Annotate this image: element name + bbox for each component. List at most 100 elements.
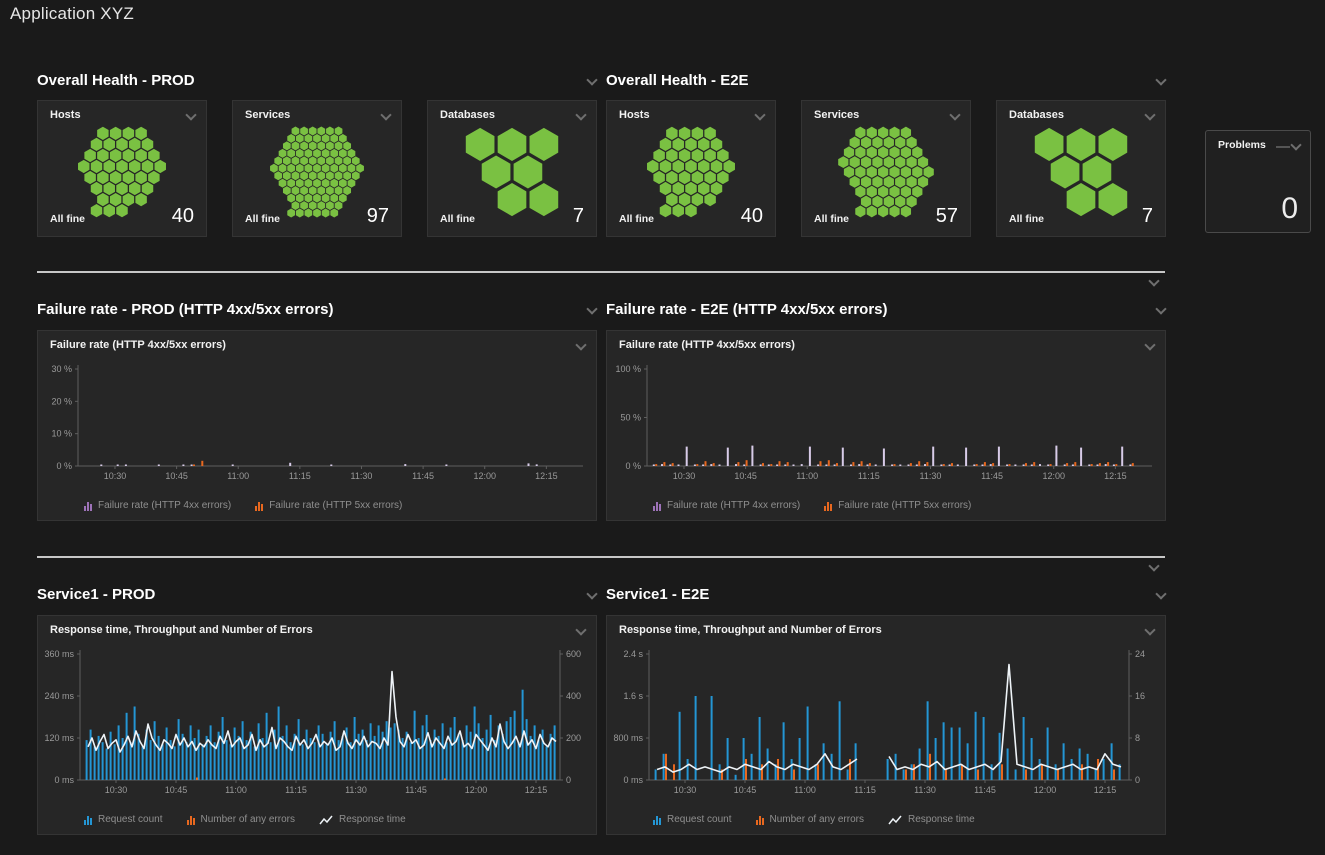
chevron-down-icon[interactable] (1290, 141, 1300, 149)
service-prod-chart-canvas[interactable]: 0 ms120 ms240 ms360 ms020040060010:3010:… (38, 640, 598, 812)
chevron-down-icon[interactable] (1144, 341, 1155, 349)
chevron-down-icon[interactable] (1144, 626, 1155, 634)
svg-text:10:45: 10:45 (165, 471, 188, 481)
svg-text:10:45: 10:45 (734, 471, 757, 481)
svg-text:0 ms: 0 ms (54, 775, 74, 785)
chevron-down-icon[interactable] (575, 341, 586, 349)
section-header-service1-prod: Service1 - PROD (37, 586, 597, 606)
svg-text:11:45: 11:45 (412, 471, 434, 481)
svg-text:0 ms: 0 ms (623, 775, 643, 785)
svg-text:11:00: 11:00 (796, 471, 818, 481)
svg-text:11:15: 11:15 (289, 471, 311, 481)
chart-legend: Request count Number of any errors Respons… (84, 814, 406, 825)
bar-series-icon (653, 815, 661, 825)
health-tile-title: Hosts (619, 109, 650, 121)
chevron-down-icon[interactable] (949, 111, 960, 119)
health-tile[interactable]: Services All fine 97 (232, 100, 402, 237)
section-title: Failure rate - PROD (HTTP 4xx/5xx errors… (37, 301, 334, 318)
section-header-failure-prod: Failure rate - PROD (HTTP 4xx/5xx errors… (37, 301, 597, 321)
chart-title: Response time, Throughput and Number of … (619, 624, 882, 636)
legend-label: Request count (98, 814, 163, 825)
svg-text:10:30: 10:30 (673, 471, 696, 481)
status-badge: All fine (50, 213, 85, 225)
chevron-down-icon[interactable] (1148, 562, 1159, 570)
failure-rate-prod-tile[interactable]: Failure rate (HTTP 4xx/5xx errors)0 %10 … (37, 330, 597, 521)
section-header-overall-health-e2e: Overall Health - E2E (606, 72, 1166, 92)
chevron-down-icon[interactable] (754, 111, 765, 119)
chart-legend: Failure rate (HTTP 4xx errors)Failure ra… (653, 500, 971, 511)
failure-rate-e2e-tile[interactable]: Failure rate (HTTP 4xx/5xx errors)0 %50 … (606, 330, 1166, 521)
svg-text:10:45: 10:45 (165, 785, 188, 795)
entity-count: 97 (367, 205, 389, 228)
chevron-down-icon[interactable] (586, 76, 597, 84)
failure-prod-chart-canvas[interactable]: 0 %10 %20 %30 %10:3010:4511:0011:1511:30… (38, 355, 598, 505)
entity-count: 7 (1142, 205, 1153, 228)
chart-title: Failure rate (HTTP 4xx/5xx errors) (50, 339, 226, 351)
entity-count: 7 (573, 205, 584, 228)
legend-item: Response time (319, 814, 406, 825)
bar-series-icon (84, 815, 92, 825)
chevron-down-icon[interactable] (575, 626, 586, 634)
legend-label: Number of any errors (201, 814, 295, 825)
chevron-down-icon[interactable] (575, 111, 586, 119)
health-tile[interactable]: Databases All fine 7 (996, 100, 1166, 237)
chevron-down-icon[interactable] (1155, 590, 1166, 598)
legend-label: Failure rate (HTTP 4xx errors) (667, 500, 800, 511)
section-header-service1-e2e: Service1 - E2E (606, 586, 1166, 606)
chevron-down-icon[interactable] (1148, 277, 1159, 285)
chevron-down-icon[interactable] (586, 590, 597, 598)
svg-text:11:30: 11:30 (920, 471, 942, 481)
status-badge: All fine (1009, 213, 1044, 225)
svg-text:11:30: 11:30 (351, 471, 373, 481)
health-tile[interactable]: Hosts All fine 40 (606, 100, 776, 237)
svg-text:24: 24 (1135, 649, 1145, 659)
health-tile[interactable]: Hosts All fine 40 (37, 100, 207, 237)
problems-count: 0 (1281, 192, 1298, 226)
service-e2e-chart-canvas[interactable]: 0 ms800 ms1.6 s2.4 s08162410:3010:4511:0… (607, 640, 1167, 812)
svg-text:12:15: 12:15 (535, 471, 558, 481)
legend-label: Response time (908, 814, 975, 825)
legend-label: Number of any errors (770, 814, 864, 825)
problems-tile[interactable]: Problems 0 (1205, 130, 1311, 233)
chevron-down-icon[interactable] (1144, 111, 1155, 119)
svg-text:11:15: 11:15 (854, 785, 876, 795)
service1-e2e-tile[interactable]: Response time, Throughput and Number of … (606, 615, 1166, 835)
health-tile[interactable]: Services All fine 57 (801, 100, 971, 237)
chevron-down-icon[interactable] (185, 111, 196, 119)
failure-e2e-chart-canvas[interactable]: 0 %50 %100 %10:3010:4511:0011:1511:3011:… (607, 355, 1167, 505)
line-series-icon (888, 815, 902, 825)
svg-text:1.6 s: 1.6 s (623, 691, 643, 701)
svg-text:2.4 s: 2.4 s (623, 649, 643, 659)
section-title: Overall Health - E2E (606, 72, 749, 89)
chevron-down-icon[interactable] (586, 305, 597, 313)
service1-prod-tile[interactable]: Response time, Throughput and Number of … (37, 615, 597, 835)
health-tile-title: Services (245, 109, 290, 121)
chart-legend: Failure rate (HTTP 4xx errors) Failure ra… (84, 500, 402, 511)
entity-count: 40 (172, 205, 194, 228)
dash-icon (1276, 146, 1290, 148)
svg-text:11:15: 11:15 (858, 471, 880, 481)
section-title: Overall Health - PROD (37, 72, 195, 89)
legend-label: Failure rate (HTTP 4xx errors) (98, 500, 231, 511)
entity-count: 57 (936, 205, 958, 228)
health-tile-title: Databases (440, 109, 495, 121)
health-tile-title: Hosts (50, 109, 81, 121)
health-tile-title: Databases (1009, 109, 1064, 121)
svg-text:0 %: 0 % (625, 461, 641, 471)
svg-text:12:15: 12:15 (1104, 471, 1127, 481)
legend-item: Failure rate (HTTP 5xx errors) (255, 500, 402, 511)
chevron-down-icon[interactable] (1155, 76, 1166, 84)
svg-text:10:45: 10:45 (734, 785, 757, 795)
bar-series-icon (255, 501, 263, 511)
svg-text:11:00: 11:00 (794, 785, 816, 795)
section-divider (37, 556, 1165, 558)
svg-text:11:00: 11:00 (227, 471, 249, 481)
section-title: Failure rate - E2E (HTTP 4xx/5xx errors) (606, 301, 888, 318)
svg-text:12:00: 12:00 (465, 785, 488, 795)
health-tile[interactable]: Databases All fine 7 (427, 100, 597, 237)
svg-text:12:15: 12:15 (525, 785, 548, 795)
svg-text:11:45: 11:45 (981, 471, 1003, 481)
svg-text:600: 600 (566, 649, 581, 659)
chevron-down-icon[interactable] (380, 111, 391, 119)
chevron-down-icon[interactable] (1155, 305, 1166, 313)
